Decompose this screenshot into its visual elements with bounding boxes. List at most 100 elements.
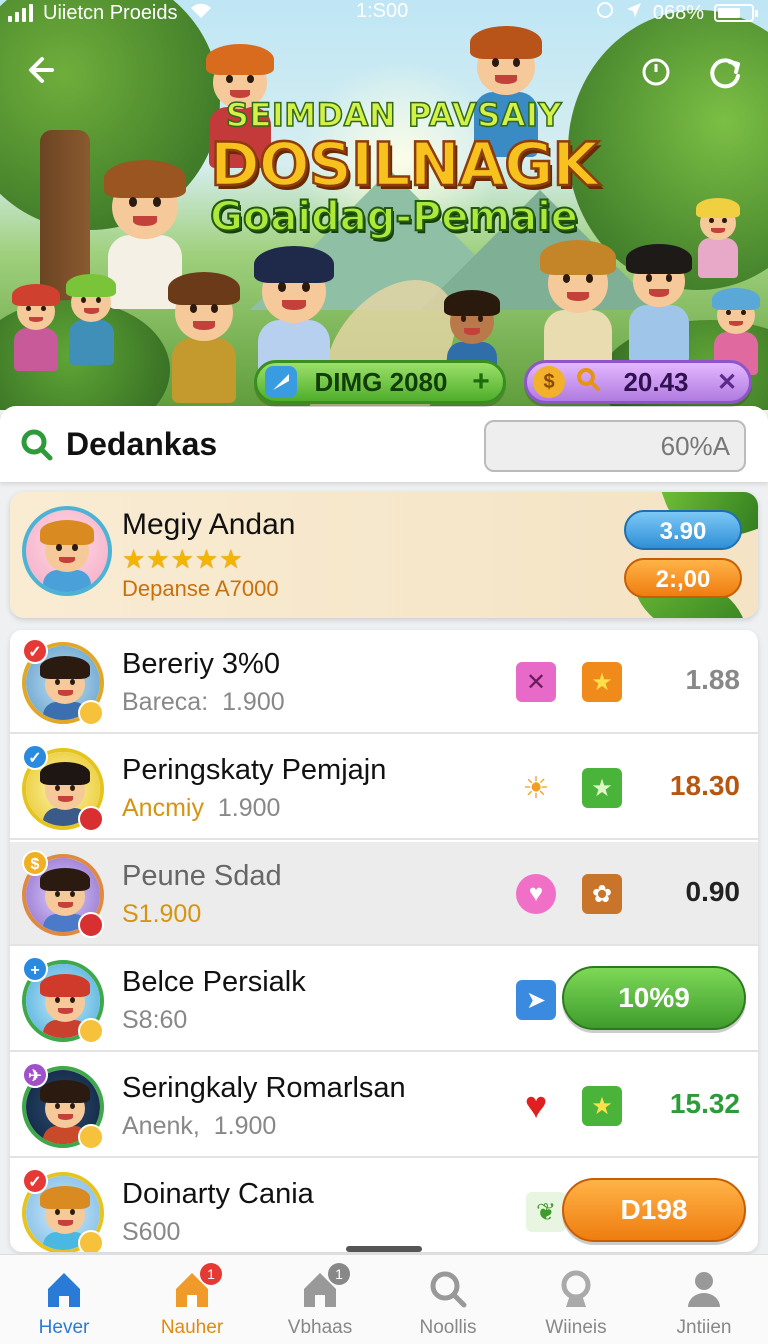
list-item-meta: S1.900 <box>122 900 202 928</box>
star-box-icon[interactable]: ★ <box>582 1086 622 1126</box>
scroll-indicator[interactable] <box>346 1246 422 1252</box>
building-icon: 1 <box>298 1263 350 1311</box>
list-item-title: Belce Persialk <box>122 966 306 998</box>
kid-illustration <box>444 290 500 392</box>
search-small-icon <box>575 366 601 399</box>
list-item-title: Bereriy 3%0 <box>122 648 280 680</box>
list-item-meta: Bareca: 1.900 <box>122 688 285 716</box>
search-icon <box>21 429 53 461</box>
list-item[interactable]: + Belce Persialk S8:60 ➤ 10%9 <box>10 948 758 1052</box>
close-box-icon[interactable]: ✕ <box>516 662 556 702</box>
notification-badge: 1 <box>200 1263 222 1285</box>
list-item-title: Doinarty Cania <box>122 1178 314 1210</box>
nav-item-search[interactable]: Noollis <box>384 1255 512 1344</box>
list-item-value: 15.32 <box>669 1088 740 1119</box>
avatar <box>22 506 112 596</box>
heart-icon[interactable]: ♥ <box>516 1085 556 1127</box>
player-list: ✓ Bereriy 3%0 Bareca: 1.900 ✕ ★ 1.88 ✓ P… <box>10 630 758 1252</box>
battery-percent: 068% <box>652 1 704 24</box>
list-item-title: Peune Sdad <box>122 860 282 892</box>
level-pill[interactable]: DIMG 2080 + <box>254 360 506 404</box>
kid-illustration <box>540 240 616 379</box>
apple-badge-icon <box>78 912 104 938</box>
nav-item-profile[interactable]: Jntiien <box>640 1255 768 1344</box>
nav-label: Vbhaas <box>287 1317 353 1338</box>
refresh-icon <box>710 58 740 89</box>
search-icon <box>426 1267 470 1311</box>
carrier-label: Uiietcn Proeids <box>43 1 178 24</box>
check-icon <box>265 366 297 398</box>
rank-badge-icon <box>78 1018 104 1044</box>
kid-illustration <box>626 244 692 365</box>
badge-icon: ✓ <box>22 638 48 664</box>
battery-icon <box>714 4 758 22</box>
nav-item-notifications[interactable]: 1 Nauher <box>128 1255 256 1344</box>
status-bar: Uiietcn Proeids 1:S00 068% <box>0 0 768 26</box>
kid-illustration <box>12 284 60 372</box>
nav-label: Jntiien <box>676 1317 732 1338</box>
nav-item-home[interactable]: Hever <box>0 1255 128 1344</box>
badge-icon: ✈ <box>22 1062 48 1088</box>
nav-label: Noollis <box>419 1317 477 1338</box>
home-icon <box>42 1267 86 1311</box>
coins-pill[interactable]: $ 20.43 ✕ <box>524 360 752 404</box>
nav-item-winners[interactable]: Wiineis <box>512 1255 640 1344</box>
list-item-value: 18.30 <box>669 770 740 801</box>
leaf-icon[interactable]: ❦ <box>526 1192 566 1232</box>
list-item-meta: Anenk, 1.900 <box>122 1112 277 1140</box>
close-icon[interactable]: ✕ <box>711 366 743 398</box>
star-box-icon[interactable]: ★ <box>582 662 622 702</box>
list-item[interactable]: ✓ Peringskaty Pemjajn Ancmiy 1.900 ☀ ★ 1… <box>10 736 758 840</box>
list-item-title: Seringkaly Romarlsan <box>122 1072 406 1104</box>
rank-badge-icon <box>78 1124 104 1150</box>
kid-illustration <box>470 26 542 158</box>
house-badge-icon: 1 <box>170 1263 222 1311</box>
timer-icon <box>642 58 670 86</box>
hero-title-line1: SEIMDAN PAVSAIY <box>225 95 563 135</box>
badge-icon: ✓ <box>22 744 48 770</box>
search-header: Dedankas <box>0 406 768 482</box>
heart-circle-icon[interactable]: ♥ <box>516 874 556 914</box>
list-item-title: Peringskaty Pemjajn <box>122 754 387 786</box>
nav-label: Wiineis <box>545 1317 607 1338</box>
list-action-button[interactable]: D198 <box>562 1178 746 1242</box>
apple-badge-icon <box>78 806 104 832</box>
featured-secondary-button[interactable]: 2:,00 <box>624 558 742 598</box>
featured-subtitle: Depanse A7000 <box>122 576 279 601</box>
featured-primary-button[interactable]: 3.90 <box>624 510 742 550</box>
back-button[interactable] <box>22 48 66 92</box>
list-action-button[interactable]: 10%9 <box>562 966 746 1030</box>
plus-icon[interactable]: + <box>465 365 497 398</box>
bottom-nav: Hever 1 Nauher 1 Vbhaas Noollis Wiineis … <box>0 1254 768 1344</box>
location-icon <box>625 1 643 25</box>
nav-label: Hever <box>38 1317 90 1338</box>
nav-item-buildings[interactable]: 1 Vbhaas <box>256 1255 384 1344</box>
kid-illustration <box>254 246 334 392</box>
refresh-button[interactable] <box>704 52 744 92</box>
badge-icon: + <box>22 956 48 982</box>
kid-illustration <box>712 288 760 376</box>
star-box-icon[interactable]: ★ <box>582 768 622 808</box>
bird-icon[interactable]: ☀ <box>516 768 556 808</box>
list-item[interactable]: ✓ Bereriy 3%0 Bareca: 1.900 ✕ ★ 1.88 <box>10 630 758 734</box>
paper-plane-icon[interactable]: ➤ <box>516 980 556 1020</box>
section-title: Dedankas <box>66 426 218 462</box>
badge-icon: $ <box>22 850 48 876</box>
user-icon <box>682 1267 726 1311</box>
list-item[interactable]: $ Peune Sdad S1.900 ♥ ✿ 0.90 <box>10 842 758 946</box>
coins-pill-label: 20.43 <box>623 366 689 397</box>
gear-box-icon[interactable]: ✿ <box>582 874 622 914</box>
list-item[interactable]: ✈ Seringkaly Romarlsan Anenk, 1.900 ♥ ★ … <box>10 1054 758 1158</box>
search-input[interactable] <box>484 420 746 472</box>
arrow-left-icon <box>29 57 54 83</box>
list-item-meta: S8:60 <box>122 1006 188 1034</box>
nav-label: Nauher <box>160 1317 224 1338</box>
list-item[interactable]: ✓ Doinarty Cania S600 ❦ D198 <box>10 1160 758 1252</box>
timer-button[interactable] <box>636 52 676 92</box>
list-item-meta: Ancmiy 1.900 <box>122 794 281 822</box>
featured-card[interactable]: Megiy Andan ★★★★★ Depanse A7000 3.90 2:,… <box>10 492 758 618</box>
rank-badge-icon <box>78 700 104 726</box>
coin-icon: $ <box>533 366 565 398</box>
trophy-icon <box>554 1267 598 1311</box>
hero-title-line3: Goaidag-Pemaie <box>209 193 579 241</box>
